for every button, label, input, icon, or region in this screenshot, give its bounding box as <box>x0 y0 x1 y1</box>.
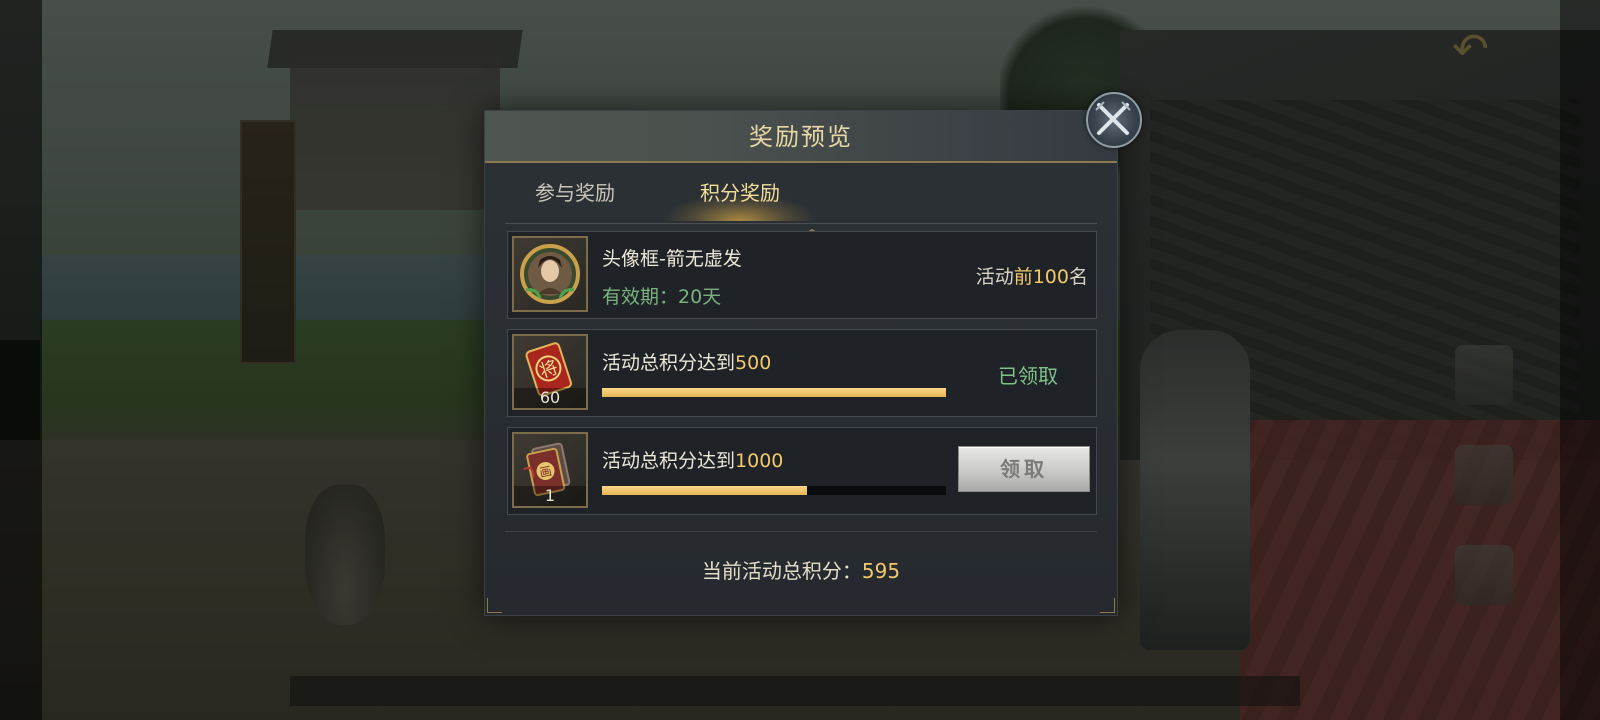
corner-ornament <box>1100 598 1115 613</box>
progress-bar <box>602 486 946 495</box>
rank-highlight: 前100 <box>1013 266 1069 288</box>
progress-fill <box>602 486 807 495</box>
divider <box>505 223 1097 224</box>
rank-prefix: 活动 <box>975 266 1014 288</box>
reward-row-500: 将 60 活动总积分达到500 已领取 <box>507 329 1097 417</box>
reward-requirement: 活动总积分达到1000 <box>602 446 783 473</box>
requirement-threshold: 500 <box>735 352 772 374</box>
item-count: 60 <box>514 388 586 408</box>
item-slot[interactable] <box>512 236 588 312</box>
game-screen: ↶ 奖励预览 参与奖励 积分奖励 <box>0 0 1600 720</box>
tab-bar: 参与奖励 积分奖励 <box>485 163 1117 221</box>
reward-row-avatar-frame: 头像框-箭无虚发 有效期：20天 活动前100名 <box>507 231 1097 319</box>
dialog-title: 奖励预览 <box>749 123 853 151</box>
reward-validity: 有效期：20天 <box>602 286 722 308</box>
claimed-status: 已领取 <box>998 364 1058 388</box>
rank-requirement: 活动前100名 <box>958 262 1088 289</box>
tab-participation-rewards[interactable]: 参与奖励 <box>515 163 635 219</box>
tab-points-rewards[interactable]: 积分奖励 <box>675 163 805 219</box>
divider <box>505 531 1097 532</box>
reward-item-name: 头像框-箭无虚发 <box>602 248 742 270</box>
reward-preview-dialog: 奖励预览 参与奖励 积分奖励 头像框-箭无虚发 有效期：20天 活动前100名 … <box>484 110 1118 616</box>
avatar-frame-portrait-icon <box>520 244 580 304</box>
progress-fill <box>602 388 946 397</box>
item-slot[interactable]: 画 1 <box>512 432 588 508</box>
progress-bar <box>602 388 946 397</box>
item-slot[interactable]: 将 60 <box>512 334 588 410</box>
rank-suffix: 名 <box>1068 266 1088 288</box>
claim-button[interactable]: 领取 <box>958 446 1090 492</box>
crossed-swords-close-icon <box>1095 101 1131 135</box>
item-count: 1 <box>514 486 586 506</box>
reward-requirement: 活动总积分达到500 <box>602 348 771 375</box>
current-total-points: 当前活动总积分：595 <box>485 555 1117 584</box>
corner-ornament <box>487 598 502 613</box>
reward-row-1000: 画 1 活动总积分达到1000 领取 <box>507 427 1097 515</box>
total-label: 当前活动总积分： <box>701 559 862 583</box>
requirement-threshold: 1000 <box>735 450 784 472</box>
total-value: 595 <box>861 559 901 583</box>
close-button[interactable] <box>1086 92 1142 148</box>
requirement-text: 活动总积分达到 <box>602 352 736 374</box>
requirement-text: 活动总积分达到 <box>602 450 736 472</box>
